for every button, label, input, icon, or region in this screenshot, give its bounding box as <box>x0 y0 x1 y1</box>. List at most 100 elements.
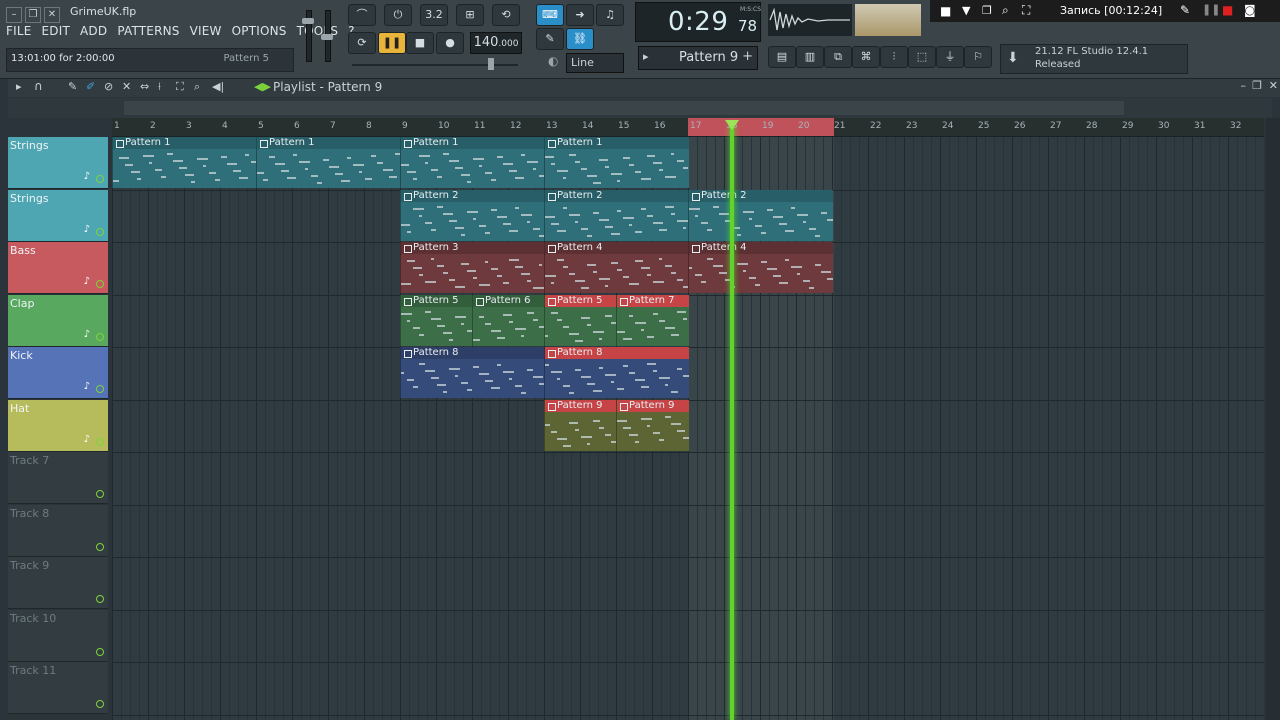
delete-tool-icon[interactable]: ⊘ <box>104 80 113 93</box>
countdown-button[interactable]: 3.2 <box>420 4 448 26</box>
draw-tool-icon[interactable]: ✎ <box>68 80 77 93</box>
track-header[interactable]: Clap ♪ <box>8 294 108 347</box>
master-pitch-knob[interactable] <box>321 34 333 40</box>
playlist-grid[interactable]: Pattern 1 Pattern 1 Pattern 1 Pattern 1 Patt… <box>112 137 1264 720</box>
track-header[interactable]: Track 7 <box>8 452 108 504</box>
square-icon[interactable]: ■ <box>940 4 951 18</box>
pattern-clip[interactable]: Pattern 8 <box>544 347 689 398</box>
track-header[interactable]: Track 9 <box>8 557 108 609</box>
menu-view[interactable]: VIEW <box>190 24 222 38</box>
track-header[interactable]: Track 8 <box>8 504 108 557</box>
slide-icon[interactable]: ✎ <box>536 28 564 50</box>
track-header[interactable]: Kick ♪ <box>8 347 108 399</box>
paint-tool-icon[interactable]: ✐ <box>86 80 95 93</box>
pause-rec-icon[interactable]: ❚❚ <box>1202 3 1220 16</box>
stop-button[interactable]: ■ <box>406 32 434 54</box>
stop-rec-icon[interactable]: ■ <box>1222 3 1233 17</box>
playlist-scroll-bar[interactable] <box>8 98 1272 118</box>
select-tool-icon[interactable]: ⛶ <box>176 80 184 94</box>
track-header[interactable]: Strings ♪ <box>8 137 108 189</box>
magnet-snap-icon[interactable]: ∩ <box>34 79 43 93</box>
help-icon[interactable]: ⚐ <box>964 46 992 68</box>
track-mute-led[interactable] <box>96 490 104 498</box>
menu-options[interactable]: OPTIONS <box>232 24 287 38</box>
pattern-clip[interactable]: Pattern 4 <box>544 242 689 293</box>
pause-button[interactable]: ❚❚ <box>378 32 406 54</box>
plugin-icon[interactable]: ⬚ <box>908 46 936 68</box>
step-edit-icon[interactable]: ➜ <box>566 4 594 26</box>
slice-tool-icon[interactable]: ⟊ <box>158 80 161 94</box>
track-header[interactable]: Strings ♪ <box>8 189 108 242</box>
playlist-maximize-icon[interactable]: ❐ <box>1252 79 1262 92</box>
pattern-clip[interactable]: Pattern 1 <box>112 137 257 188</box>
add-pattern-icon[interactable]: + <box>742 49 753 64</box>
song-pat-toggle-icon[interactable]: ⟳ <box>348 32 376 54</box>
loop-record-button[interactable]: ⟲ <box>492 4 520 26</box>
track-header[interactable]: Bass ♪ <box>8 242 108 294</box>
track-header[interactable]: Track 10 <box>8 609 108 662</box>
wait-input-button[interactable]: ⏻ <box>384 4 412 26</box>
metronome-button[interactable]: ⌒ <box>348 4 376 26</box>
search-icon[interactable]: ⌕ <box>1002 3 1009 18</box>
track-mute-led[interactable] <box>96 280 104 288</box>
playlist-view-icon[interactable]: ▤ <box>768 46 796 68</box>
playhead-marker-icon[interactable] <box>725 120 739 130</box>
camera-icon[interactable]: ◙ <box>1244 3 1256 17</box>
pattern-clip[interactable]: Pattern 4 <box>688 242 833 293</box>
pen-icon[interactable]: ✎ <box>1180 3 1190 17</box>
pattern-clip[interactable]: Pattern 2 <box>688 189 833 241</box>
master-volume-knob[interactable] <box>302 18 314 24</box>
track-mute-led[interactable] <box>96 595 104 603</box>
track-mute-led[interactable] <box>96 332 104 341</box>
record-button[interactable]: ● <box>436 32 464 54</box>
track-mute-led[interactable] <box>96 227 104 236</box>
pattern-clip[interactable]: Pattern 3 <box>400 242 545 293</box>
pattern-clip[interactable]: Pattern 9 <box>544 399 617 451</box>
snap-selector[interactable]: Line <box>566 53 624 73</box>
zoom-tool-icon[interactable]: ⌕ <box>194 80 200 94</box>
pattern-play-icon[interactable]: ◀▶ <box>254 80 271 93</box>
track-mute-led[interactable] <box>96 542 104 551</box>
restore-icon[interactable]: ❐ <box>25 6 41 23</box>
options-arrow-icon[interactable]: ▸ <box>16 80 22 93</box>
pattern-clip[interactable]: Pattern 9 <box>616 399 689 451</box>
playback-tool-icon[interactable]: ◀| <box>212 80 224 93</box>
track-header[interactable]: Track 11 <box>8 662 108 714</box>
playlist-minimize-icon[interactable]: – <box>1241 79 1247 92</box>
track-mute-led[interactable] <box>96 647 104 656</box>
pattern-clip[interactable]: Pattern 1 <box>544 137 689 188</box>
track-mute-led[interactable] <box>96 437 104 446</box>
master-pitch-handle[interactable] <box>488 58 494 70</box>
pattern-clip[interactable]: Pattern 8 <box>400 347 545 398</box>
pattern-clip[interactable]: Pattern 5 <box>544 294 617 346</box>
dropdown-icon[interactable]: ▼ <box>962 4 970 17</box>
pattern-clip[interactable]: Pattern 2 <box>544 189 689 241</box>
pattern-clip[interactable]: Pattern 1 <box>256 137 401 188</box>
vertical-scrollbar[interactable] <box>1266 118 1280 720</box>
mute-tool-icon[interactable]: ✕ <box>122 80 131 93</box>
time-display[interactable]: 0:29 78 M:S:CS <box>635 2 761 42</box>
region-icon[interactable]: ⛶ <box>1022 3 1030 18</box>
channel-rack-icon[interactable]: ⧉ <box>824 46 852 68</box>
menu-add[interactable]: ADD <box>80 24 107 38</box>
metronome-icon[interactable]: ♫ <box>596 4 624 26</box>
snap-link-icon[interactable]: ⛓ <box>566 28 594 50</box>
pattern-clip[interactable]: Pattern 6 <box>472 294 545 346</box>
pattern-clip[interactable]: Pattern 1 <box>400 137 545 188</box>
playlist-close-icon[interactable]: ✕ <box>1269 79 1278 92</box>
slip-tool-icon[interactable]: ⇔ <box>140 80 149 93</box>
piano-roll-icon[interactable]: ▥ <box>796 46 824 68</box>
menu-patterns[interactable]: PATTERNS <box>117 24 179 38</box>
pattern-clip[interactable]: Pattern 2 <box>400 189 545 241</box>
mixer-icon[interactable]: ⫶ <box>880 46 908 68</box>
menu-edit[interactable]: EDIT <box>42 24 71 38</box>
plug-icon[interactable]: ⏚ <box>936 46 964 68</box>
tempo-display[interactable]: 140.000 <box>470 32 522 54</box>
news-panel[interactable]: ⬇ 21.12 FL Studio 12.4.1 Released <box>1000 44 1188 74</box>
track-mute-led[interactable] <box>96 385 104 393</box>
pattern-clip[interactable]: Pattern 7 <box>616 294 689 346</box>
horizontal-scroll-thumb[interactable] <box>124 101 1124 115</box>
playhead-line[interactable] <box>730 123 734 720</box>
browser-icon[interactable]: ⌘ <box>852 46 880 68</box>
track-header[interactable]: Hat ♪ <box>8 399 108 452</box>
